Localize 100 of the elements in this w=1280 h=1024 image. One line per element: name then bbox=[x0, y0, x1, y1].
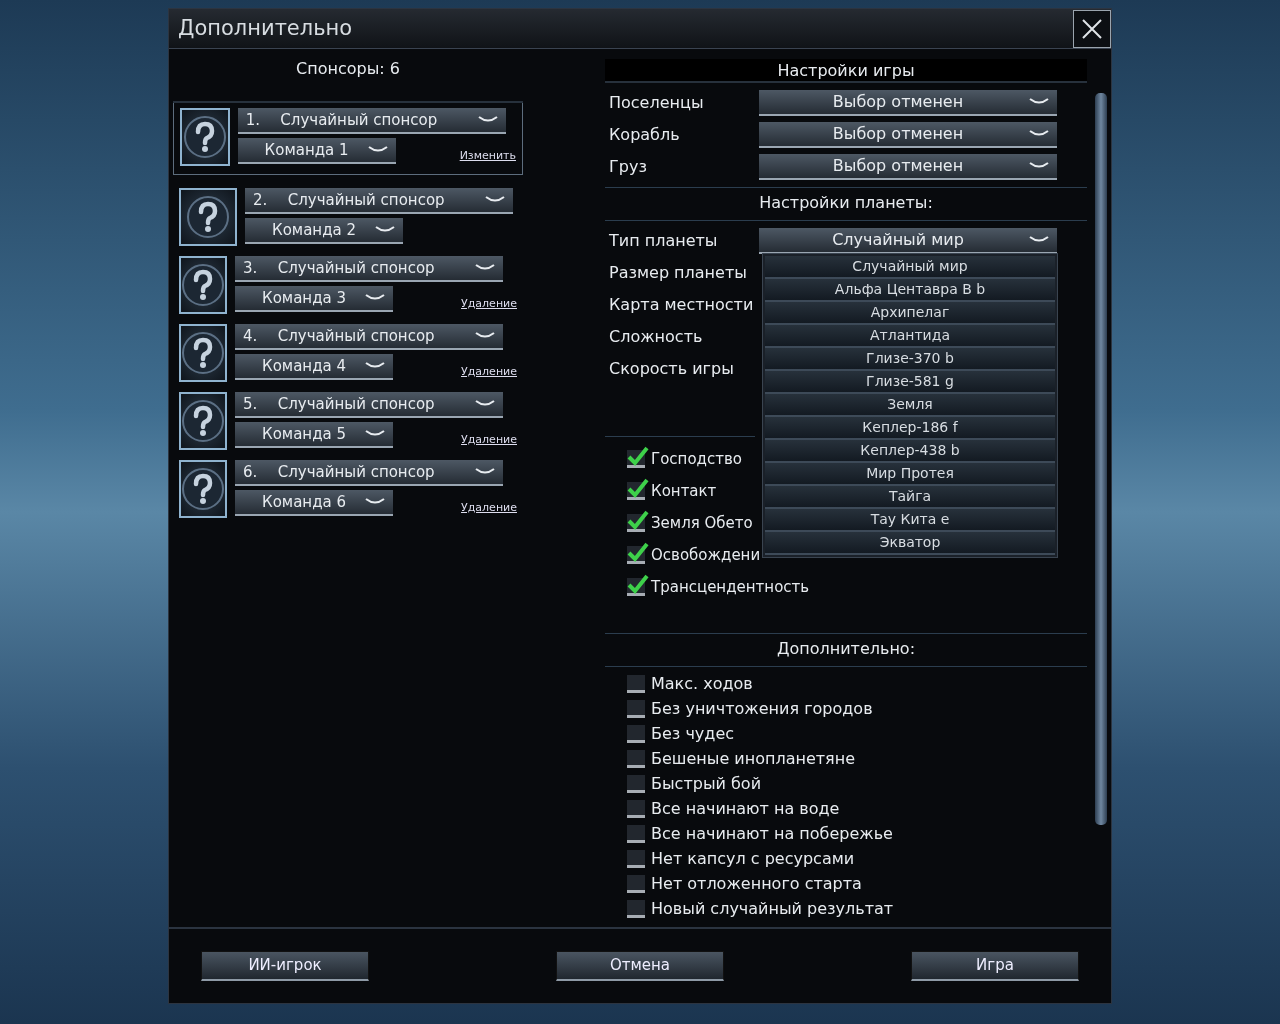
checkbox-label: Нет отложенного старта bbox=[651, 872, 862, 895]
sponsor-panel[interactable]: 2. Случайный спонсор Команда 2 bbox=[173, 183, 523, 251]
chevron-icon bbox=[365, 294, 386, 302]
sponsor-panel[interactable]: 5. Случайный спонсор Команда 5 Удаление bbox=[173, 387, 523, 455]
team-dropdown[interactable]: Команда 5 bbox=[235, 422, 394, 448]
sponsor-dropdown[interactable]: 6. Случайный спонсор bbox=[235, 460, 504, 486]
team-dropdown[interactable]: Команда 4 bbox=[235, 354, 394, 380]
sponsor-panel[interactable]: 3. Случайный спонсор Команда 3 Удаление bbox=[173, 251, 523, 319]
checkbox[interactable] bbox=[627, 849, 645, 868]
sponsor-action-link[interactable]: Удаление bbox=[461, 295, 517, 312]
sponsor-panel[interactable]: 6. Случайный спонсор Команда 6 Удаление bbox=[173, 455, 523, 523]
checkbox[interactable] bbox=[627, 799, 645, 818]
chevron-icon bbox=[367, 146, 388, 154]
question-mark-icon bbox=[186, 195, 230, 239]
sponsor-avatar[interactable] bbox=[179, 460, 228, 518]
panel-heading: Спонсоры: 6 bbox=[173, 59, 523, 103]
dropdown-option[interactable]: Случайный мир bbox=[765, 256, 1055, 279]
checkbox[interactable] bbox=[627, 824, 645, 843]
dropdown-option[interactable]: Кеплер-438 b bbox=[765, 440, 1055, 463]
checkbox[interactable] bbox=[627, 774, 645, 793]
checkbox-label: Освобождени bbox=[651, 544, 761, 566]
dropdown-option[interactable]: Мир Протея bbox=[765, 463, 1055, 486]
team-dropdown[interactable]: Команда 2 bbox=[245, 218, 403, 244]
window-title: Дополнительно bbox=[177, 14, 353, 42]
team-dropdown[interactable]: Команда 3 bbox=[235, 286, 394, 312]
question-mark-icon bbox=[181, 331, 225, 375]
dropdown-option[interactable]: Архипелаг bbox=[765, 302, 1055, 325]
checkbox[interactable] bbox=[627, 724, 645, 743]
setting-dropdown[interactable]: Случайный мир bbox=[759, 228, 1057, 254]
checkbox-label: Господство bbox=[651, 448, 742, 470]
team-dropdown[interactable]: Команда 6 bbox=[235, 490, 394, 516]
dropdown-option[interactable]: Атлантида bbox=[765, 325, 1055, 348]
checkbox[interactable] bbox=[627, 749, 645, 768]
selected-sponsor-panel[interactable]: 1. Случайный спонсор Команда 1 Изменить bbox=[173, 103, 523, 175]
footer-button[interactable]: Отмена bbox=[556, 951, 724, 981]
sponsor-action-link[interactable]: Удаление bbox=[461, 431, 517, 448]
chevron-icon bbox=[365, 430, 386, 438]
close-icon bbox=[1081, 17, 1103, 40]
setting-label: Корабль bbox=[609, 124, 681, 146]
close-button[interactable] bbox=[1073, 9, 1111, 48]
chevron-icon bbox=[375, 226, 395, 234]
checkbox[interactable] bbox=[627, 899, 645, 918]
chevron-icon bbox=[365, 362, 386, 370]
setting-label: Тип планеты bbox=[609, 230, 719, 252]
setting-dropdown[interactable]: Выбор отменен bbox=[759, 154, 1057, 180]
section-heading: Дополнительно: bbox=[605, 633, 1087, 667]
checkbox-label: Бешеные инопланетяне bbox=[651, 747, 856, 770]
chevron-icon bbox=[1029, 236, 1049, 244]
sponsor-dropdown[interactable]: 4. Случайный спонсор bbox=[235, 324, 504, 350]
dropdown-option[interactable]: Тау Кита e bbox=[765, 509, 1055, 532]
setting-label: Скорость игры bbox=[609, 358, 735, 380]
question-mark-icon bbox=[181, 263, 225, 307]
footer-button[interactable]: Игра bbox=[911, 951, 1079, 981]
chevron-icon bbox=[475, 468, 496, 476]
checkbox[interactable] bbox=[627, 874, 645, 893]
chevron-icon bbox=[475, 332, 496, 340]
checkbox-label: Новый случайный результат bbox=[651, 897, 894, 920]
setting-label: Груз bbox=[609, 156, 648, 178]
scrollbar[interactable] bbox=[1095, 93, 1107, 825]
dropdown-option[interactable]: Альфа Центавра B b bbox=[765, 279, 1055, 302]
sponsor-action-link[interactable]: Удаление bbox=[461, 363, 517, 380]
checkbox-label: Все начинают на побережье bbox=[651, 822, 893, 845]
chevron-icon bbox=[1029, 98, 1049, 106]
sponsor-dropdown[interactable]: 3. Случайный спонсор bbox=[235, 256, 504, 282]
checkbox-label: Быстрый бой bbox=[651, 772, 762, 795]
sponsor-avatar[interactable] bbox=[179, 256, 228, 314]
dropdown-option[interactable]: Глизе-370 b bbox=[765, 348, 1055, 371]
footer-button[interactable]: ИИ-игрок bbox=[201, 951, 369, 981]
dropdown-option[interactable]: Экватор bbox=[765, 532, 1055, 555]
sponsor-dropdown[interactable]: 1. Случайный спонсор bbox=[237, 108, 506, 134]
dropdown-option[interactable]: Глизе-581 g bbox=[765, 371, 1055, 394]
team-dropdown[interactable]: Команда 1 bbox=[237, 138, 396, 164]
chevron-icon bbox=[477, 116, 498, 124]
sponsor-avatar[interactable] bbox=[179, 324, 228, 382]
sponsor-action-link[interactable]: Изменить bbox=[459, 147, 516, 164]
sponsor-avatar[interactable] bbox=[179, 188, 237, 246]
setting-dropdown[interactable]: Выбор отменен bbox=[759, 90, 1057, 116]
dropdown-option[interactable]: Тайга bbox=[765, 486, 1055, 509]
dropdown-option[interactable]: Кеплер-186 f bbox=[765, 417, 1055, 440]
question-mark-icon bbox=[181, 399, 225, 443]
checkbox-label: Земля Обето bbox=[651, 512, 753, 534]
chevron-icon bbox=[365, 498, 386, 506]
sponsor-dropdown[interactable]: 5. Случайный спонсор bbox=[235, 392, 504, 418]
checkbox-label: Трансцендентность bbox=[651, 576, 810, 598]
setting-label: Поселенцы bbox=[609, 92, 705, 114]
question-mark-icon bbox=[181, 467, 225, 511]
dropdown-option[interactable]: Земля bbox=[765, 394, 1055, 417]
checkbox-label: Без чудес bbox=[651, 722, 735, 745]
setting-dropdown[interactable]: Выбор отменен bbox=[759, 122, 1057, 148]
sponsor-avatar[interactable] bbox=[180, 108, 230, 166]
checkbox-label: Без уничтожения городов bbox=[651, 697, 873, 720]
checkbox[interactable] bbox=[627, 699, 645, 718]
sponsor-action-link[interactable]: Удаление bbox=[461, 499, 517, 516]
checkbox[interactable] bbox=[627, 674, 645, 693]
setting-label: Карта местности bbox=[609, 294, 755, 316]
sponsor-avatar[interactable] bbox=[179, 392, 228, 450]
checkbox-label: Нет капсул с ресурсами bbox=[651, 847, 855, 870]
setting-label: Сложность bbox=[609, 326, 704, 348]
sponsor-dropdown[interactable]: 2. Случайный спонсор bbox=[245, 188, 513, 214]
sponsor-panel[interactable]: 4. Случайный спонсор Команда 4 Удаление bbox=[173, 319, 523, 387]
